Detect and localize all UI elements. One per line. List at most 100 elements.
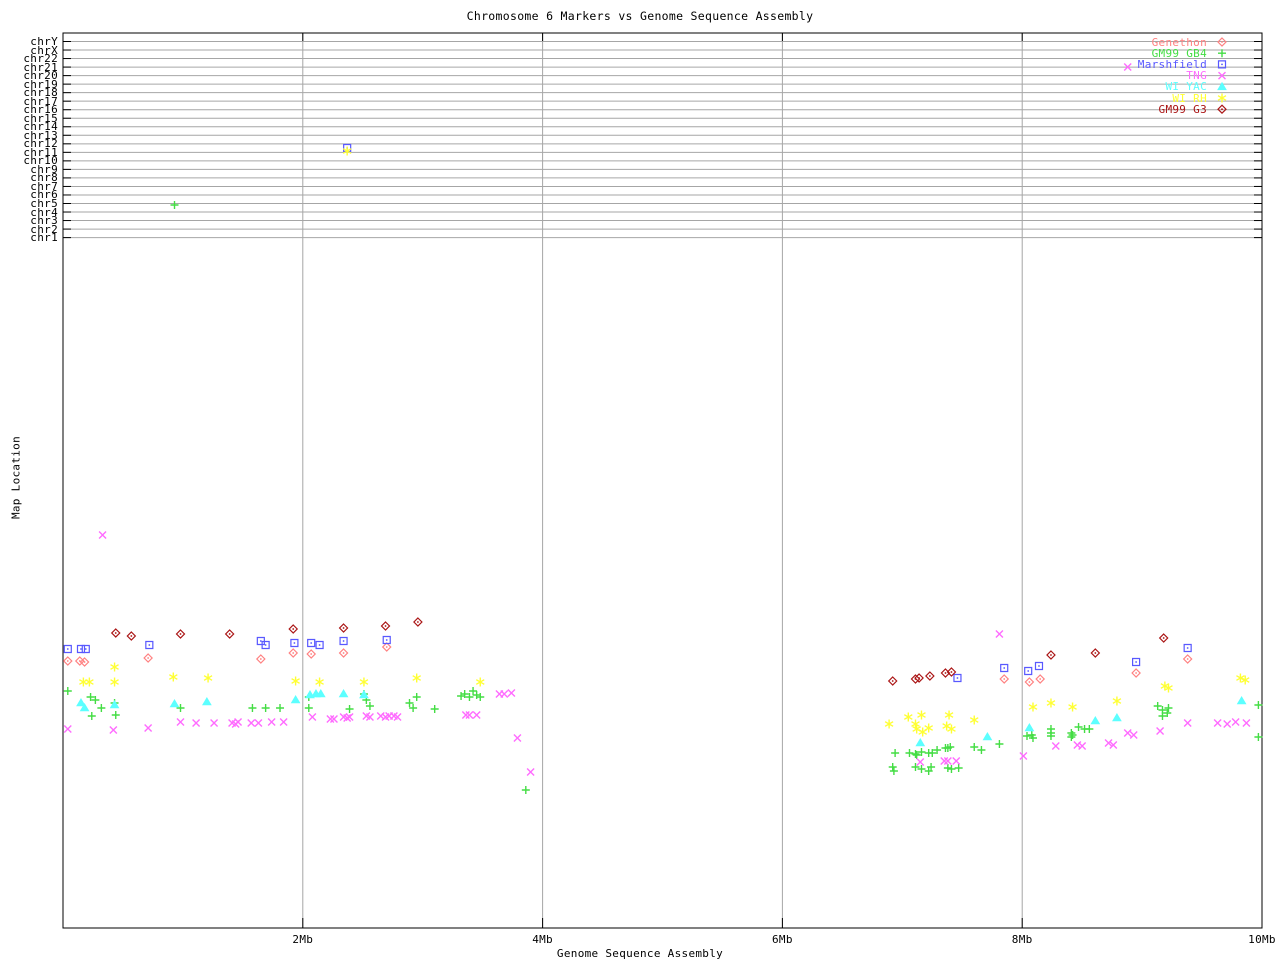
marker-center-dot [292,652,295,654]
x-marker [1156,727,1165,735]
plus-marker [888,763,897,771]
plus-marker [1023,732,1031,740]
asterisk-marker [942,721,952,731]
x-marker [995,630,1004,638]
x-tick-label-2Mb: 2Mb [292,933,314,946]
plus-marker [1074,723,1083,731]
marker-center-dot [1050,654,1052,656]
legend-entry-genethon: Genethon [1151,35,1207,49]
x-marker [279,718,288,726]
plus-marker [521,786,530,794]
asterisk-marker [1068,702,1077,712]
marker-center-dot [1186,658,1189,660]
x-marker [1129,731,1138,739]
plus-marker [261,704,270,712]
marker-center-dot [1221,41,1223,43]
plus-marker [457,692,466,700]
asterisk-marker [918,727,928,737]
plus-marker [430,705,439,713]
marker-center-dot [385,639,388,641]
asterisk-marker [944,710,954,720]
asterisk-marker [1046,698,1056,708]
marker-center-dot [944,672,947,674]
marker-center-dot [147,657,150,659]
marker-center-dot [1094,652,1097,654]
y-axis-label: Map Location [9,435,23,520]
triangle-marker [109,700,120,709]
x-marker [1078,742,1087,750]
marker-center-dot [891,680,894,682]
legend-entry-wi-yac: WI YAC [1165,80,1207,94]
plus-marker [469,687,478,695]
plus-marker [891,749,900,757]
plus-marker [472,691,481,699]
x-tick-label-10Mb: 10Mb [1248,933,1276,946]
triangle-marker [1024,723,1035,732]
x-marker [1123,729,1132,737]
plus-marker [111,711,120,719]
plus-marker [889,767,898,775]
marker-center-dot [310,642,313,644]
x-marker [940,757,949,765]
marker-center-dot [228,633,231,635]
asterisk-marker [947,724,956,734]
triangle-marker [1112,713,1122,722]
marker-center-dot [1003,678,1006,680]
x-marker [1019,752,1028,760]
triangle-marker [202,697,212,706]
triangle-marker [1236,696,1247,705]
asterisk-marker [291,676,300,686]
plus-marker [345,705,354,713]
x-marker [63,725,72,733]
plus-marker [87,712,96,720]
marker-center-dot [950,671,953,673]
legend-entry-gm99-g3: GM99 G3 [1158,102,1207,116]
asterisk-marker [903,712,913,722]
x-marker [1213,719,1222,727]
x-marker [109,726,118,734]
marker-center-dot [66,660,69,662]
marker-center-dot [1027,670,1030,672]
marker-center-dot [918,677,920,679]
marker-center-dot [80,648,82,650]
x-marker [507,689,516,697]
plus-marker [977,746,986,754]
marker-center-dot [83,661,86,663]
plus-marker [1153,702,1162,710]
x-tick-label-8Mb: 8Mb [1011,933,1033,946]
marker-center-dot [1221,108,1223,111]
x-marker [943,757,952,765]
plus-marker [1254,701,1263,709]
plus-marker [1164,704,1173,712]
x-marker [472,711,481,719]
x-marker [329,715,338,723]
asterisk-marker [917,710,926,720]
marker-center-dot [417,621,419,623]
asterisk-marker [110,677,119,687]
asterisk-marker [412,673,422,683]
legend-entry-wi-rh: WI RH [1172,91,1207,105]
x-marker [1231,718,1240,726]
x-marker [192,719,201,727]
marker-center-dot [114,632,117,634]
plus-marker [954,764,963,772]
marker-center-dot [1003,667,1006,669]
marker-center-dot [130,635,133,637]
plus-marker [248,704,257,712]
x-marker [513,734,522,742]
asterisk-marker [969,715,979,725]
x-marker [254,719,263,727]
x-tick-label-6Mb: 6Mb [772,933,793,946]
plus-marker [63,687,72,695]
triangle-marker [1090,716,1101,725]
plus-marker [276,704,285,712]
chart-title: Chromosome 6 Markers vs Genome Sequence … [466,9,814,23]
plus-marker [943,764,952,772]
plus-marker [970,743,979,751]
plus-marker [412,693,421,701]
x-marker [98,531,107,539]
plus-marker [476,693,485,701]
marker-center-dot [385,646,388,648]
x-marker [210,719,219,727]
marker-center-dot [1221,63,1223,66]
